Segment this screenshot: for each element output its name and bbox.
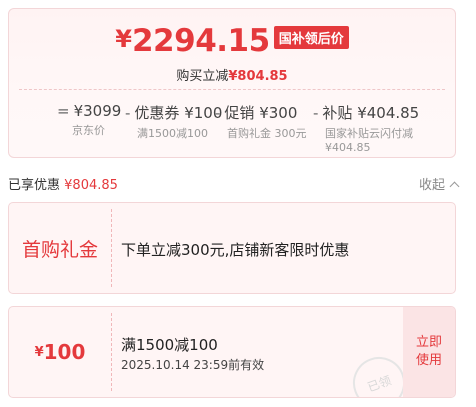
price-amount: 2294.15 [131, 23, 270, 59]
gift-description: 下单立减300元,店铺新客限时优惠 [121, 241, 350, 259]
price-currency: ¥ [115, 25, 132, 53]
formula-operator: = [57, 102, 70, 120]
subsidy-price-tag: 国补领后价 [273, 26, 349, 49]
first-purchase-gift-coupon: 首购礼金 下单立减300元,店铺新客限时优惠 [8, 202, 456, 294]
applied-discount: 已享优惠 ¥804.85 [8, 174, 118, 193]
formula-item-subsidy: - 补贴 ¥404.85 国家补贴云闪付减 ¥404.85 [313, 102, 443, 155]
formula-operator: - [125, 104, 131, 122]
formula-label: 满1500减100 [137, 127, 208, 140]
coupon-validity: 2025.10.14 23:59前有效 [121, 358, 265, 372]
reduction-value: ¥804.85 [228, 69, 288, 84]
total-reduction: 购买立减¥804.85 [9, 65, 455, 84]
formula-item-coupon: - 优惠券 ¥100 满1500减100 [125, 102, 222, 141]
formula-value: 促销 ¥300 [224, 104, 298, 122]
final-price: ¥2294.15 国补领后价 [9, 23, 455, 59]
coupon-currency: ¥ [34, 344, 44, 360]
applied-label: 已享优惠 [8, 178, 61, 193]
divider [19, 89, 445, 90]
gift-name: 首购礼金 [21, 238, 98, 261]
formula-label: 首购礼金 300元 [227, 127, 307, 140]
discount-coupon: ¥100 满1500减100 2025.10.14 23:59前有效 已领 立即… [8, 306, 456, 398]
applied-value: ¥804.85 [64, 178, 118, 193]
use-now-button[interactable]: 立即使用 [403, 307, 455, 397]
formula-label: 京东价 [72, 124, 105, 137]
collapse-toggle[interactable]: 收起 [418, 174, 460, 193]
coupon-separator [111, 209, 112, 287]
coupon-separator [111, 313, 112, 391]
use-now-label: 立即使用 [415, 335, 442, 368]
coupon-value: 100 [43, 340, 86, 364]
stamp-text: 已领 [365, 372, 393, 395]
price-card: ¥2294.15 国补领后价 购买立减¥804.85 = ¥3099 京东价 - 优惠… [8, 8, 456, 158]
formula-value: ¥3099 [73, 102, 122, 120]
formula-label: 国家补贴云闪付减 ¥404.85 [325, 127, 413, 154]
formula-value: 补贴 ¥404.85 [322, 104, 420, 122]
coupon-title: 满1500减100 [121, 336, 218, 354]
formula-operator: - [313, 104, 319, 122]
chevron-up-icon [449, 181, 460, 192]
formula-item-promotion: - 促销 ¥300 首购礼金 300元 [215, 102, 307, 141]
coupon-amount: ¥100 [9, 307, 111, 397]
reduction-label: 购买立减 [176, 69, 229, 84]
formula-item-jd-price: = ¥3099 京东价 [57, 102, 121, 138]
collapse-label: 收起 [418, 178, 445, 193]
formula-operator: - [215, 104, 221, 122]
formula-value: 优惠券 ¥100 [134, 104, 223, 122]
